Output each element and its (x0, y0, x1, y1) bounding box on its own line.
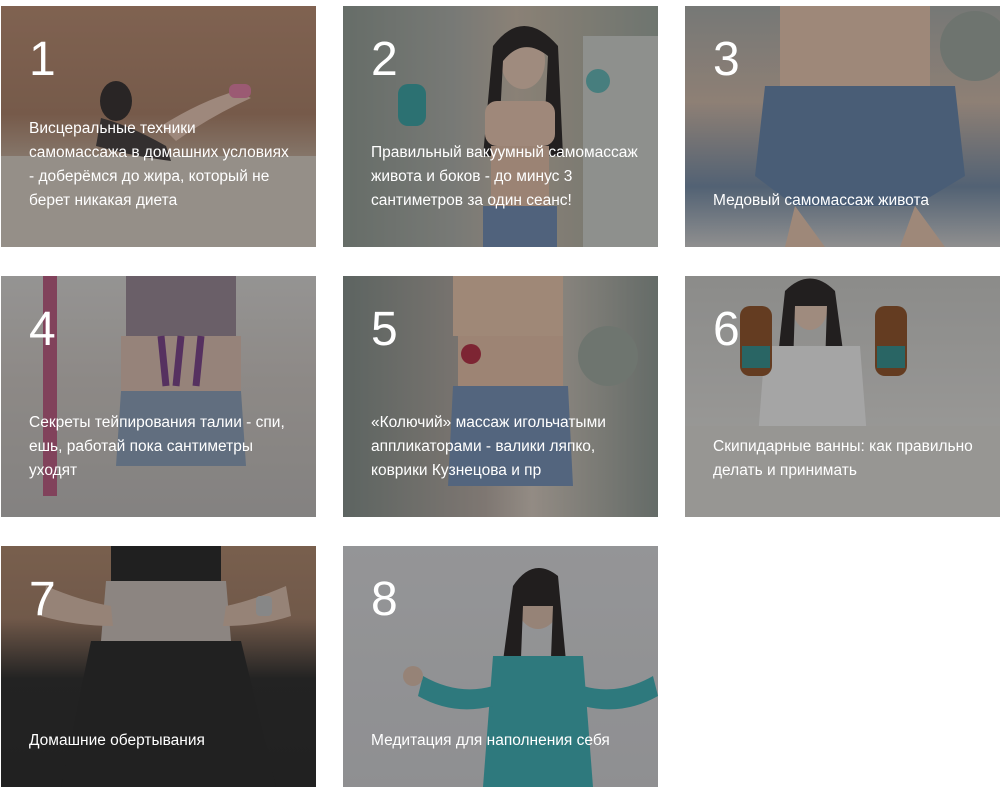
lesson-card-3[interactable]: 3 Медовый самомассаж живота (685, 6, 1000, 247)
card-number: 2 (371, 33, 398, 86)
card-caption: Секреты тейпирования талии - спи, ешь, р… (29, 414, 285, 479)
lesson-card-2[interactable]: 2 Правильный вакуумный самомассаж живота… (343, 6, 658, 247)
card-number: 5 (371, 303, 398, 356)
card-caption: Медитация для наполнения себя (371, 732, 610, 749)
card-number: 1 (29, 33, 56, 86)
lesson-card-5[interactable]: 5 «Колючий» массаж игольчатыми аппликато… (343, 276, 658, 517)
card-number: 8 (371, 573, 398, 626)
card-caption: «Колючий» массаж игольчатыми аппликатора… (371, 414, 606, 479)
lesson-card-7[interactable]: 7 Домашние обертывания (1, 546, 316, 787)
card-caption: Скипидарные ванны: как правильно делать … (713, 438, 973, 479)
lesson-card-6[interactable]: 6 Скипидарные ванны: как правильно делат… (685, 276, 1000, 517)
card-number: 6 (713, 303, 740, 356)
lesson-card-1[interactable]: 1 Висцеральные техники самомассажа в дом… (1, 6, 316, 247)
lessons-grid: 1 Висцеральные техники самомассажа в дом… (0, 0, 1004, 800)
lesson-card-4[interactable]: 4 Секреты тейпирования талии - спи, ешь,… (1, 276, 316, 517)
card-caption: Домашние обертывания (29, 732, 205, 749)
card-number: 4 (29, 303, 56, 356)
card-caption: Правильный вакуумный самомассаж живота и… (371, 144, 638, 209)
card-number: 3 (713, 33, 740, 86)
lesson-card-8[interactable]: 8 Медитация для наполнения себя (343, 546, 658, 787)
card-number: 7 (29, 573, 56, 626)
card-caption: Медовый самомассаж живота (713, 192, 930, 209)
card-caption: Висцеральные техники самомассажа в домаш… (29, 120, 289, 209)
